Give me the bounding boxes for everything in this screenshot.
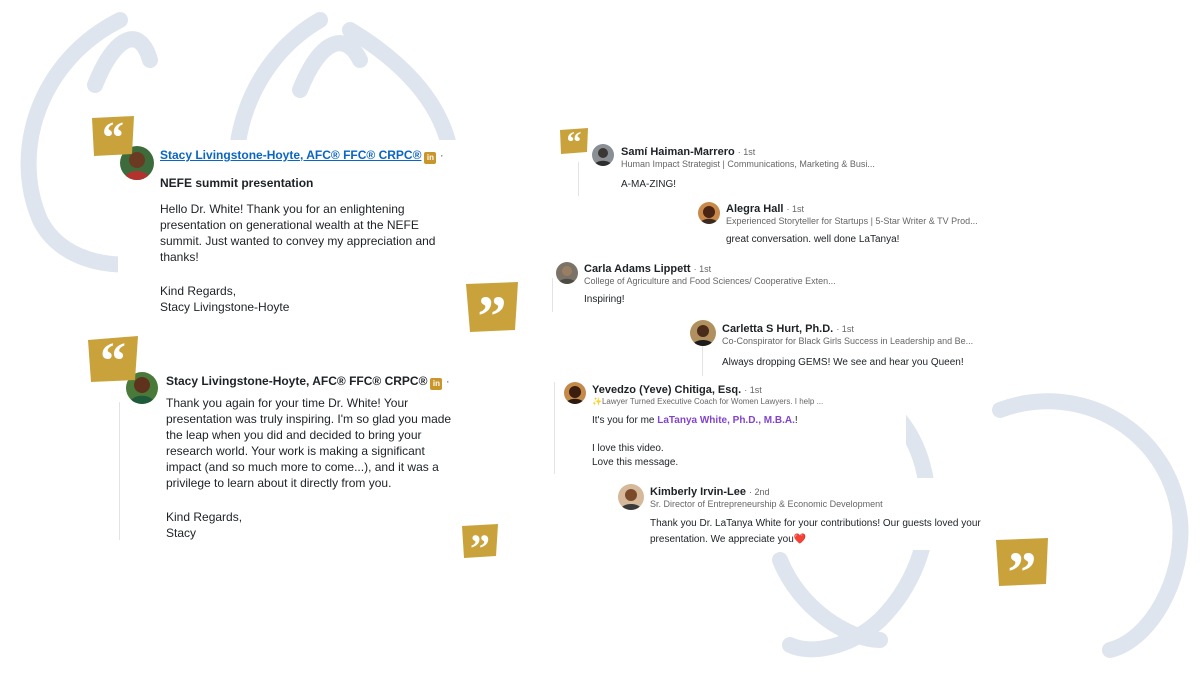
linkedin-icon: in xyxy=(430,378,443,390)
commenter-row: Alegra Hall · 1st xyxy=(726,203,804,215)
connection-degree: · 1st xyxy=(836,324,854,334)
message-body-line: thanks! xyxy=(160,250,199,264)
message-subject: NEFE summit presentation xyxy=(160,176,314,190)
comment-card: Samí Haiman-Marrero · 1st Human Impact S… xyxy=(578,138,908,198)
commenter-row: Carla Adams Lippett · 1st xyxy=(584,263,711,275)
close-quote-icon: ” xyxy=(996,538,1048,586)
sender-name[interactable]: Stacy Livingstone-Hoyte, AFC® FFC® CRPC® xyxy=(166,374,427,388)
message-body-line: Kind Regards, xyxy=(160,284,237,298)
commenter-name[interactable]: Samí Haiman-Marrero xyxy=(621,146,735,158)
separator-dot: · xyxy=(436,148,444,162)
svg-text:“: “ xyxy=(102,116,124,156)
message-body-line: Stacy xyxy=(166,526,197,540)
open-quote-icon: “ xyxy=(92,116,134,156)
commenter-row: Yevedzo (Yeve) Chitiga, Esq. · 1st xyxy=(592,384,762,396)
comment-card: Kimberly Irvin-Lee · 2nd Sr. Director of… xyxy=(612,478,1058,550)
comment-text: Always dropping GEMS! We see and hear yo… xyxy=(722,357,964,368)
thread-line xyxy=(702,346,703,376)
sender-row: Stacy Livingstone-Hoyte, AFC® FFC® CRPC®… xyxy=(160,148,444,164)
comment-card: Carletta S Hurt, Ph.D. · 1st Co-Conspira… xyxy=(688,316,1034,376)
connection-degree: · 1st xyxy=(693,264,712,274)
svg-text:”: ” xyxy=(470,526,490,558)
linkedin-icon: in xyxy=(424,152,437,164)
open-quote-icon: “ xyxy=(560,128,588,154)
sender-row: Stacy Livingstone-Hoyte, AFC® FFC® CRPC®… xyxy=(166,374,450,390)
message-body-line: presentation was truly inspiring. I'm so… xyxy=(166,412,452,426)
connection-degree: · 1st xyxy=(737,147,756,157)
avatar[interactable] xyxy=(618,484,644,510)
message-body-line: Stacy Livingstone-Hoyte xyxy=(160,300,290,314)
close-quote-icon: ” xyxy=(462,524,498,558)
comment-card: Carla Adams Lippett · 1st College of Agr… xyxy=(552,256,848,312)
open-quote-icon: “ xyxy=(88,336,138,382)
comment-text: great conversation. well done LaTanya! xyxy=(726,234,900,245)
avatar[interactable] xyxy=(690,320,716,346)
commenter-name[interactable]: Carletta S Hurt, Ph.D. xyxy=(722,323,833,335)
thread-line xyxy=(554,382,555,474)
comment-text: A-MA-ZING! xyxy=(621,179,676,190)
comment-text-line: Love this message. xyxy=(592,457,679,468)
commenter-name[interactable]: Yevedzo (Yeve) Chitiga, Esq. xyxy=(592,384,741,396)
avatar[interactable] xyxy=(592,144,614,166)
commenter-headline: Human Impact Strategist | Communications… xyxy=(621,159,875,169)
comment-text-line: Thank you Dr. LaTanya White for your con… xyxy=(650,518,981,529)
comment-card: Yevedzo (Yeve) Chitiga, Esq. · 1st ✨Lawy… xyxy=(554,378,906,476)
commenter-headline: Co-Conspirator for Black Girls Success i… xyxy=(722,336,974,346)
commenter-name[interactable]: Alegra Hall xyxy=(726,203,783,215)
commenter-headline: Experienced Storyteller for Startups | 5… xyxy=(726,216,978,226)
separator-dot: · xyxy=(442,374,450,388)
thread-line xyxy=(578,162,579,196)
comment-text-part: ! xyxy=(794,415,798,426)
commenter-headline: Sr. Director of Entrepreneurship & Econo… xyxy=(650,499,883,509)
comment-text-part: It's you for me xyxy=(592,415,658,426)
message-card-nefe-summit: Stacy Livingstone-Hoyte, AFC® FFC® CRPC®… xyxy=(118,140,468,322)
svg-text:“: “ xyxy=(100,336,126,382)
message-body-line: research world. Your work is making a si… xyxy=(166,444,425,458)
thread-line xyxy=(119,402,120,540)
svg-text:”: ” xyxy=(478,284,507,332)
comment-text: It's you for me LaTanya White, Ph.D., M.… xyxy=(592,415,798,426)
close-quote-icon: ” xyxy=(466,282,518,332)
message-body-line: presentation on generational wealth at t… xyxy=(160,218,419,232)
connection-degree: · 1st xyxy=(786,204,805,214)
message-body-line: Kind Regards, xyxy=(166,510,243,524)
connection-degree: · 1st xyxy=(744,385,762,395)
message-body-line: impact (and so much more to come...), an… xyxy=(166,460,439,474)
commenter-row: Kimberly Irvin-Lee · 2nd xyxy=(650,486,770,498)
avatar[interactable] xyxy=(698,202,720,224)
comment-text: Inspiring! xyxy=(584,294,625,305)
avatar[interactable] xyxy=(556,262,578,284)
avatar[interactable] xyxy=(564,382,586,404)
thread-line xyxy=(552,278,553,312)
svg-text:”: ” xyxy=(1008,540,1037,586)
commenter-headline: College of Agriculture and Food Sciences… xyxy=(584,276,836,286)
commenter-name[interactable]: Carla Adams Lippett xyxy=(584,263,691,275)
sender-name-link[interactable]: Stacy Livingstone-Hoyte, AFC® FFC® CRPC® xyxy=(160,148,421,162)
commenter-headline: ✨Lawyer Turned Executive Coach for Women… xyxy=(592,397,824,406)
commenter-name[interactable]: Kimberly Irvin-Lee xyxy=(650,486,746,498)
message-body-line: privilege to learn about it directly fro… xyxy=(166,476,392,490)
comment-card: Alegra Hall · 1st Experienced Storytelle… xyxy=(694,196,1020,252)
svg-text:“: “ xyxy=(567,128,582,154)
message-body-line: Hello Dr. White! Thank you for an enligh… xyxy=(160,202,405,216)
message-body-line: the leap when you did and decided to bri… xyxy=(166,428,422,442)
commenter-row: Carletta S Hurt, Ph.D. · 1st xyxy=(722,323,854,335)
commenter-row: Samí Haiman-Marrero · 1st xyxy=(621,146,755,158)
comment-text-line: I love this video. xyxy=(592,443,664,454)
comment-text-line: presentation. We appreciate you❤️ xyxy=(650,534,807,545)
message-card-thank-you: Stacy Livingstone-Hoyte, AFC® FFC® CRPC®… xyxy=(118,366,470,542)
message-body-line: Thank you again for your time Dr. White!… xyxy=(166,396,409,410)
message-body-line: summit. Just wanted to convey my appreci… xyxy=(160,234,436,248)
mention-link[interactable]: LaTanya White, Ph.D., M.B.A. xyxy=(657,415,795,426)
connection-degree: · 2nd xyxy=(749,487,770,497)
